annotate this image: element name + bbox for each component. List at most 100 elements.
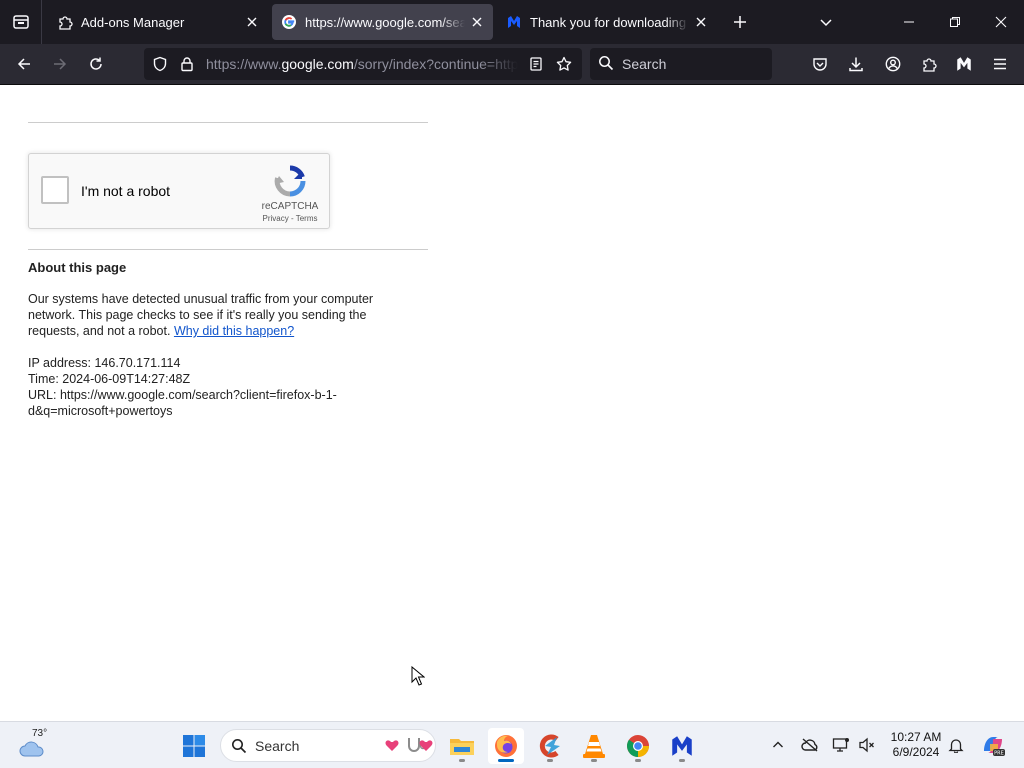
url-bar[interactable]: https://www.google.com/sorry/index?conti… [144, 48, 582, 80]
malwarebytes-extension-button[interactable] [948, 48, 980, 80]
weather-widget[interactable]: 73° [18, 728, 58, 760]
account-icon [885, 56, 901, 72]
timestamp: Time: 2024-06-09T14:27:48Z [28, 372, 191, 386]
network-tray[interactable] [830, 734, 852, 756]
taskbar-ccleaner[interactable] [532, 728, 568, 764]
taskbar-chrome[interactable] [620, 728, 656, 764]
tab-malwarebytes[interactable]: Thank you for downloading Malwarebytes [497, 4, 717, 40]
malwarebytes-icon [506, 14, 522, 30]
app-menu-button[interactable] [984, 48, 1016, 80]
reload-icon [90, 57, 102, 70]
firefox-icon [495, 735, 517, 757]
account-button[interactable] [877, 48, 909, 80]
close-tab-icon[interactable] [465, 10, 489, 34]
clock-time: 10:27 AM [890, 730, 942, 744]
divider [28, 122, 428, 123]
recaptcha-label[interactable]: I'm not a robot [81, 183, 170, 199]
ip-address: IP address: 146.70.171.114 [28, 356, 181, 370]
onedrive-tray[interactable] [799, 734, 821, 756]
back-button[interactable] [8, 48, 40, 80]
speaker-muted-icon [859, 737, 874, 753]
forward-button[interactable] [44, 48, 76, 80]
copilot-button[interactable]: PRE [980, 732, 1006, 758]
notifications-button[interactable] [945, 734, 967, 756]
separator: - [288, 214, 296, 223]
download-icon [849, 57, 863, 72]
arrow-left-icon [17, 58, 30, 70]
tab-title: https://www.google.com/search [305, 14, 465, 30]
taskbar-malwarebytes[interactable] [664, 728, 700, 764]
screen: Add-ons Manager https://www.google.com/s… [0, 0, 1024, 768]
tab-strip: Add-ons Manager https://www.google.com/s… [0, 0, 1024, 44]
chevron-down-icon [820, 19, 832, 27]
svg-text:PRE: PRE [994, 751, 1004, 757]
taskbar-file-explorer[interactable] [444, 728, 480, 764]
search-highlight-icon [385, 738, 433, 752]
search-bar[interactable]: Search [590, 48, 772, 80]
url-path: /sorry/index?continue=https://www.google… [353, 56, 518, 72]
tab-google-search[interactable]: https://www.google.com/search [272, 4, 493, 40]
taskbar-search[interactable]: Search [220, 729, 436, 762]
firefox-view-button[interactable] [0, 0, 42, 44]
tab-title: Add-ons Manager [81, 14, 185, 30]
running-indicator [591, 759, 597, 762]
pocket-icon [813, 58, 827, 71]
restore-button[interactable] [937, 4, 973, 40]
close-window-button[interactable] [983, 4, 1019, 40]
terms-link[interactable]: Terms [296, 214, 318, 223]
divider [28, 249, 428, 250]
new-tab-button[interactable] [722, 4, 758, 40]
why-link[interactable]: Why did this happen? [174, 324, 294, 338]
network-icon [832, 738, 849, 752]
recaptcha-checkbox[interactable] [41, 176, 69, 204]
bookmark-star-icon[interactable] [552, 52, 576, 76]
navigation-toolbar: https://www.google.com/sorry/index?conti… [0, 44, 1024, 85]
clock[interactable]: 10:27 AM 6/9/2024 [884, 730, 948, 760]
taskbar-firefox[interactable] [488, 728, 524, 764]
url-domain: google.com [281, 56, 354, 72]
url-text[interactable]: https://www.google.com/sorry/index?conti… [206, 56, 518, 72]
show-hidden-icons-button[interactable] [767, 734, 789, 756]
reload-button[interactable] [80, 48, 112, 80]
running-indicator [459, 759, 465, 762]
reader-view-icon[interactable] [524, 52, 548, 76]
chevron-up-icon [773, 741, 783, 748]
taskbar-vlc[interactable] [576, 728, 612, 764]
vlc-icon [583, 735, 605, 758]
active-indicator [498, 759, 514, 762]
close-tab-icon[interactable] [689, 10, 713, 34]
recaptcha-logo-icon [274, 165, 306, 197]
puzzle-icon [57, 14, 73, 30]
page-content: I'm not a robot reCAPTCHA Privacy - Term… [0, 85, 1024, 721]
recaptcha-brand: reCAPTCHA [261, 201, 319, 212]
start-button[interactable] [176, 728, 212, 764]
cloud-icon [19, 741, 44, 757]
hamburger-menu-icon [994, 58, 1006, 70]
restore-icon [950, 17, 960, 27]
chrome-icon [627, 735, 649, 757]
weather-temp: 73° [32, 728, 48, 739]
lock-icon[interactable] [175, 52, 199, 76]
tracking-protection-icon[interactable] [148, 52, 172, 76]
malwarebytes-icon [957, 57, 971, 71]
search-icon [599, 56, 614, 71]
privacy-link[interactable]: Privacy [263, 214, 289, 223]
extensions-button[interactable] [913, 48, 945, 80]
copilot-icon: PRE [984, 737, 1005, 757]
running-indicator [635, 759, 641, 762]
close-tab-icon[interactable] [240, 10, 264, 34]
mouse-cursor-icon [411, 666, 425, 686]
recaptcha-widget: I'm not a robot reCAPTCHA Privacy - Term… [28, 153, 330, 229]
search-placeholder: Search [622, 56, 667, 72]
arrow-right-icon [54, 58, 67, 70]
tab-addons-manager[interactable]: Add-ons Manager [48, 4, 268, 40]
url-prefix: https://www. [206, 56, 282, 72]
recaptcha-links: Privacy - Terms [255, 214, 325, 223]
minimize-button[interactable] [891, 4, 927, 40]
volume-tray[interactable] [856, 734, 878, 756]
pocket-button[interactable] [804, 48, 836, 80]
list-all-tabs-button[interactable] [808, 4, 844, 40]
request-url: URL: https://www.google.com/search?clien… [28, 388, 337, 418]
cloud-offline-icon [801, 738, 818, 752]
downloads-button[interactable] [840, 48, 872, 80]
